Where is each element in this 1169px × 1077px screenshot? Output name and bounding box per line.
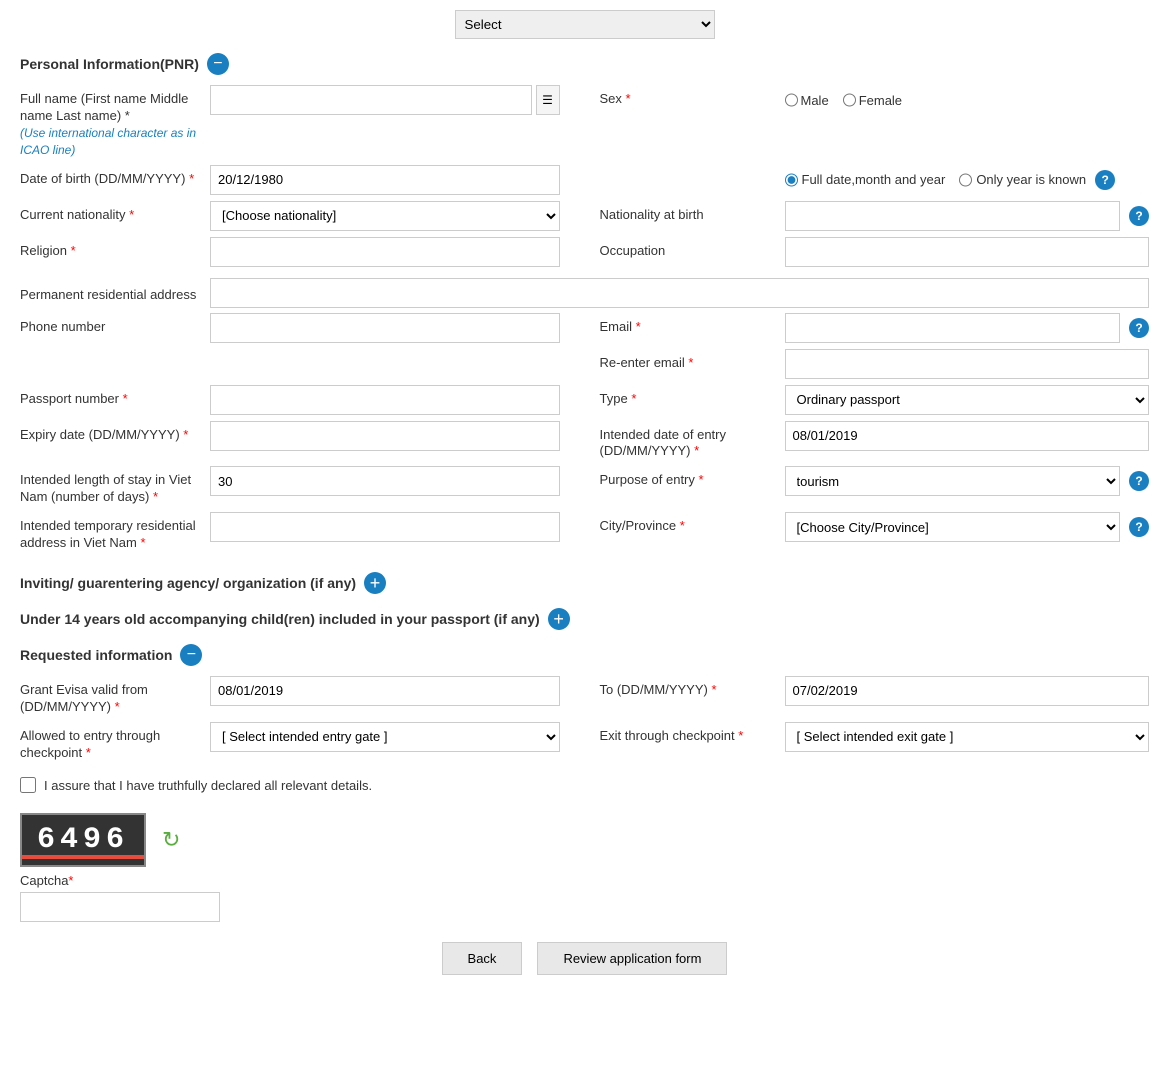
personal-info-section-header: Personal Information(PNR) − [20, 53, 1149, 75]
captcha-value: 6496 [37, 823, 129, 857]
grant-to-input[interactable] [785, 676, 1150, 706]
phone-label: Phone number [20, 313, 210, 336]
dob-help-btn[interactable]: ? [1095, 170, 1115, 190]
captcha-label: Captcha [20, 873, 68, 888]
city-help-btn[interactable]: ? [1129, 517, 1149, 537]
type-label: Type * [600, 385, 785, 408]
requested-info-section-header: Requested information − [20, 644, 1149, 666]
dob-year-label[interactable]: Only year is known [959, 165, 1086, 195]
inviting-title: Inviting/ guarentering agency/ organizat… [20, 575, 356, 591]
perm-address-input[interactable] [210, 278, 1149, 308]
dob-options-label [600, 177, 785, 183]
religion-input[interactable] [210, 237, 560, 267]
inviting-expand-btn[interactable]: + [364, 572, 386, 594]
re-email-label: Re-enter email * [600, 349, 785, 372]
purpose-select[interactable]: tourism business visit other [785, 466, 1121, 496]
email-label: Email * [600, 313, 785, 336]
exit-checkpoint-label: Exit through checkpoint * [600, 722, 785, 745]
dob-year-radio[interactable] [959, 165, 972, 195]
under14-title: Under 14 years old accompanying child(re… [20, 611, 540, 627]
religion-label: Religion * [20, 237, 210, 260]
assurance-row: I assure that I have truthfully declared… [20, 767, 1149, 803]
nat-birth-label: Nationality at birth [600, 201, 785, 224]
email-input[interactable] [785, 313, 1121, 343]
personal-info-form: Full name (First name Middle name Last n… [20, 85, 1149, 558]
assurance-checkbox[interactable] [20, 777, 36, 793]
re-email-input[interactable] [785, 349, 1150, 379]
under14-expand-btn[interactable]: + [548, 608, 570, 630]
exit-checkpoint-select[interactable]: [ Select intended exit gate ] [785, 722, 1150, 752]
grant-from-label: Grant Evisa valid from (DD/MM/YYYY) * [20, 676, 210, 716]
intended-entry-date-label: Intended date of entry (DD/MM/YYYY) * [600, 421, 785, 461]
email-help-btn[interactable]: ? [1129, 318, 1149, 338]
requested-info-form: Grant Evisa valid from (DD/MM/YYYY) * To… [20, 676, 1149, 768]
expiry-input[interactable] [210, 421, 560, 451]
temp-address-input[interactable] [210, 512, 560, 542]
perm-address-label: Permanent residential address [20, 281, 210, 304]
personal-info-title: Personal Information(PNR) [20, 56, 199, 72]
purpose-help-btn[interactable]: ? [1129, 471, 1149, 491]
review-button[interactable]: Review application form [537, 942, 727, 975]
phone-input[interactable] [210, 313, 560, 343]
city-select[interactable]: [Choose City/Province] [785, 512, 1121, 542]
perm-address-row: Permanent residential address [20, 273, 1149, 313]
dob-full-radio[interactable] [785, 165, 798, 195]
grant-from-input[interactable] [210, 676, 560, 706]
entry-checkpoint-select[interactable]: [ Select intended entry gate ] [210, 722, 560, 752]
personal-info-collapse-btn[interactable]: − [207, 53, 229, 75]
inviting-section-header: Inviting/ guarentering agency/ organizat… [20, 572, 1149, 594]
sex-label: Sex * [600, 85, 785, 108]
fullname-input[interactable] [210, 85, 532, 115]
requested-info-collapse-btn[interactable]: − [180, 644, 202, 666]
type-select[interactable]: Ordinary passport Diplomatic passport Of… [785, 385, 1150, 415]
dob-label: Date of birth (DD/MM/YYYY) * [20, 165, 210, 188]
back-button[interactable]: Back [442, 942, 523, 975]
passport-num-label: Passport number * [20, 385, 210, 408]
passport-num-input[interactable] [210, 385, 560, 415]
purpose-label: Purpose of entry * [600, 466, 785, 489]
entry-checkpoint-label: Allowed to entry through checkpoint * [20, 722, 210, 762]
top-select[interactable]: Select [455, 10, 715, 39]
nat-birth-help-btn[interactable]: ? [1129, 206, 1149, 226]
captcha-refresh-btn[interactable]: ↻ [162, 827, 180, 853]
sex-male-radio[interactable] [785, 85, 798, 115]
captcha-section: 6496 ↻ Captcha* [20, 813, 1149, 922]
stay-length-input[interactable] [210, 466, 560, 496]
under14-section-header: Under 14 years old accompanying child(re… [20, 608, 1149, 630]
grant-to-label: To (DD/MM/YYYY) * [600, 676, 785, 699]
occupation-input[interactable] [785, 237, 1150, 267]
stay-length-label: Intended length of stay in Viet Nam (num… [20, 466, 210, 506]
current-nat-select[interactable]: [Choose nationality] [210, 201, 560, 231]
nat-birth-input[interactable] [785, 201, 1121, 231]
requested-info-title: Requested information [20, 647, 172, 663]
dob-input[interactable] [210, 165, 560, 195]
intended-entry-date-input[interactable] [785, 421, 1150, 451]
captcha-image: 6496 [20, 813, 146, 867]
assurance-text: I assure that I have truthfully declared… [44, 778, 372, 793]
fullname-label: Full name (First name Middle name Last n… [20, 85, 210, 159]
temp-address-label: Intended temporary residential address i… [20, 512, 210, 552]
sex-female-label[interactable]: Female [843, 85, 902, 115]
city-label: City/Province * [600, 512, 785, 535]
buttons-row: Back Review application form [20, 942, 1149, 975]
sex-female-radio[interactable] [843, 85, 856, 115]
current-nat-label: Current nationality * [20, 201, 210, 224]
occupation-label: Occupation [600, 237, 785, 260]
icao-note: (Use international character as in ICAO … [20, 126, 196, 157]
fullname-icon-btn[interactable]: ☰ [536, 85, 560, 115]
sex-male-label[interactable]: Male [785, 85, 829, 115]
captcha-input[interactable] [20, 892, 220, 922]
dob-full-label[interactable]: Full date,month and year [785, 165, 946, 195]
expiry-label: Expiry date (DD/MM/YYYY) * [20, 421, 210, 444]
